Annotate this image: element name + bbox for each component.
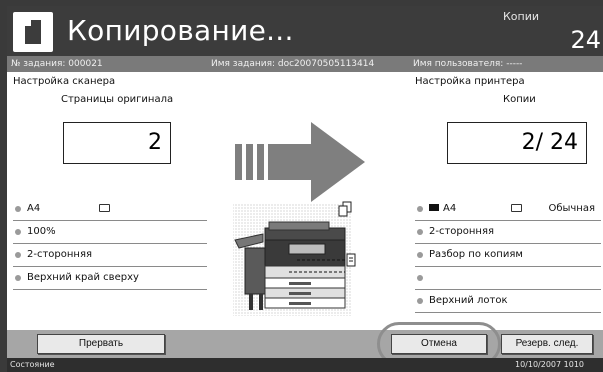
copy-document-icon	[13, 12, 53, 52]
list-item: A4 Обычная	[415, 198, 601, 221]
bullet-icon	[417, 206, 423, 212]
stop-button[interactable]: Прервать	[37, 334, 165, 354]
reserve-next-button[interactable]: Резерв. след.	[501, 334, 593, 354]
copies-label: Копии	[503, 10, 540, 23]
job-number: № задания: 000021	[11, 59, 103, 69]
bullet-icon	[417, 298, 423, 304]
list-item: 100%	[13, 221, 207, 244]
list-item: 2-сторонняя	[13, 244, 207, 267]
printer-settings-title: Настройка принтера	[415, 76, 525, 87]
action-bar: Прервать Отмена Резерв. след.	[7, 330, 603, 358]
scanner-settings-title: Настройка сканера	[13, 76, 116, 87]
status-bar: Состояние 10/10/2007 1010	[7, 358, 603, 372]
bullet-icon	[15, 275, 21, 281]
printer-copies-label: Копии	[503, 94, 536, 105]
copier-machine-icon	[233, 201, 356, 316]
list-item: 2-сторонняя	[415, 221, 601, 244]
bullet-icon	[417, 275, 423, 281]
paper-tray-icon	[429, 203, 439, 211]
bullet-icon	[15, 229, 21, 235]
copy-job-screen: Копирование... Копии 24 № задания: 00002…	[7, 6, 603, 372]
copies-count: 24	[570, 26, 601, 54]
right-arrow-icon	[235, 122, 365, 202]
list-item: Верхний край сверху	[13, 267, 207, 290]
status-label[interactable]: Состояние	[10, 358, 55, 372]
bullet-icon	[417, 252, 423, 258]
status-datetime: 10/10/2007 1010	[515, 360, 585, 369]
list-item: A4	[13, 198, 207, 221]
list-item: Верхний лоток	[415, 290, 601, 313]
original-pages-count: 2	[63, 122, 171, 164]
list-item	[415, 267, 601, 290]
paper-orientation-icon	[511, 204, 522, 212]
printer-settings-list: A4 Обычная 2-сторонняя Разбор по копиям …	[415, 198, 601, 313]
header: Копирование... Копии 24	[7, 6, 603, 56]
bullet-icon	[15, 206, 21, 212]
scanner-settings-list: A4 100% 2-сторонняя Верхний край сверху	[13, 198, 207, 290]
printer-copies-progress: 2/ 24	[447, 122, 587, 164]
bullet-icon	[15, 252, 21, 258]
page-title: Копирование...	[67, 14, 294, 47]
paper-type: Обычная	[548, 203, 595, 214]
paper-orientation-icon	[99, 204, 110, 212]
job-name: Имя задания: doc20070505113414	[211, 59, 375, 69]
job-info-bar: № задания: 000021 Имя задания: doc200705…	[7, 56, 603, 72]
list-item: Разбор по копиям	[415, 244, 601, 267]
user-name: Имя пользователя: -----	[413, 59, 523, 69]
original-pages-label: Страницы оригинала	[61, 94, 174, 105]
bullet-icon	[417, 229, 423, 235]
